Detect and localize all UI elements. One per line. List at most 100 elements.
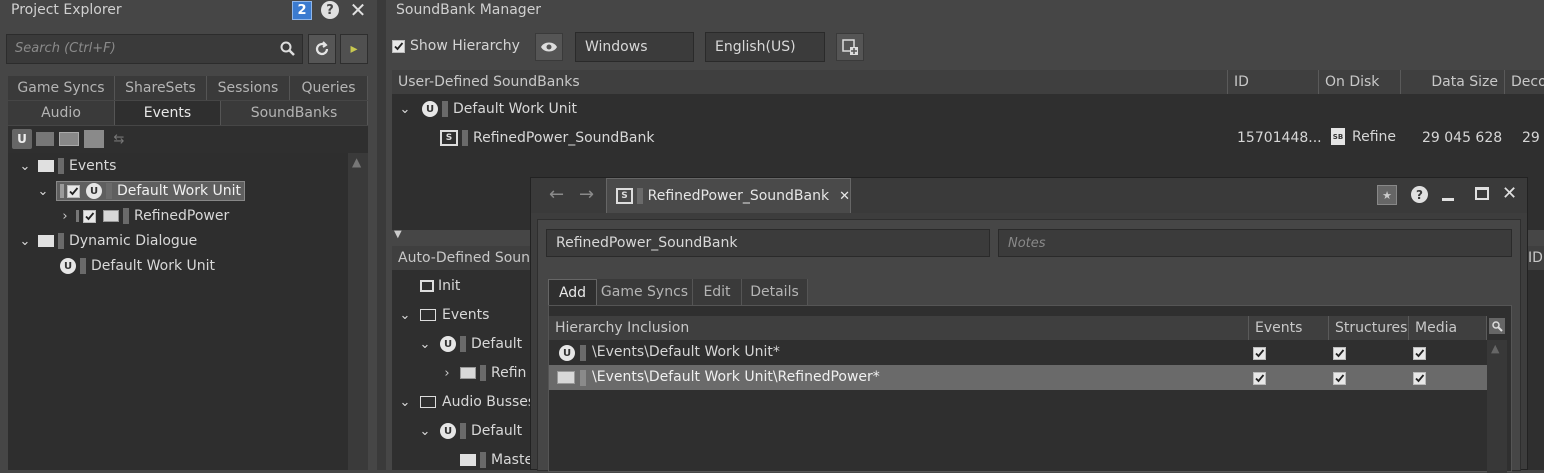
tree-label: Default Work Unit (453, 101, 578, 117)
col-deco[interactable]: Deco (1505, 70, 1544, 94)
tree-item-events[interactable]: ⌄ Events (398, 303, 490, 327)
media-checkbox[interactable] (1413, 347, 1426, 360)
events-checkbox[interactable] (1253, 347, 1266, 360)
chevron-down-icon[interactable]: ⌄ (36, 184, 50, 199)
forward-button[interactable]: ▸ (340, 34, 368, 64)
tree-item-default[interactable]: ⌄ U Default (418, 332, 522, 356)
panel-divider[interactable] (377, 0, 386, 470)
col-structures[interactable]: Structures (1329, 316, 1409, 340)
chevron-down-icon[interactable]: ⌄ (398, 308, 412, 323)
table-row[interactable]: \Events\Default Work Unit\RefinedPower* (549, 365, 1487, 390)
notes-placeholder: Notes (1008, 235, 1046, 251)
view-number-badge[interactable]: 2 (292, 1, 312, 20)
editor-body: RefinedPower_SoundBank Notes Add Game Sy… (537, 219, 1521, 473)
chevron-down-icon[interactable]: ⌄ (398, 395, 412, 410)
chevron-down-icon[interactable]: ⌄ (398, 102, 412, 117)
col-media[interactable]: Media (1409, 316, 1487, 340)
tree-item-audio-busses[interactable]: ⌄ Audio Busses (398, 390, 536, 414)
tree-item-refinedpower[interactable]: › RefinedPower (58, 204, 229, 228)
tree-item-events[interactable]: ⌄ Events (18, 154, 116, 178)
soundbank-row[interactable]: S RefinedPower_SoundBank (440, 126, 654, 150)
tab-sharesets[interactable]: ShareSets (115, 76, 207, 100)
search-input[interactable]: Search (Ctrl+F) (6, 34, 303, 64)
language-select[interactable]: English(US) (705, 32, 825, 62)
pin-icon[interactable]: ★ (1377, 185, 1397, 205)
include-checkbox[interactable] (67, 184, 80, 198)
col-on-disk[interactable]: On Disk (1319, 70, 1401, 94)
tree-item-default-work-unit-2[interactable]: U Default Work Unit (60, 254, 215, 278)
table-row[interactable]: U \Events\Default Work Unit* (549, 340, 1487, 365)
chevron-right-icon[interactable]: › (440, 366, 454, 381)
chevron-right-icon[interactable]: › (58, 209, 72, 224)
tab-game-syncs[interactable]: Game Syncs (597, 279, 693, 305)
tab-details[interactable]: Details (742, 279, 808, 305)
splitter-arrow-icon: ▼ (394, 229, 402, 240)
tree-item-master[interactable]: Maste (460, 448, 533, 472)
tree-item-init[interactable]: Init (420, 274, 460, 298)
tree-item-default-2[interactable]: ⌄ U Default (418, 419, 522, 443)
table-scrollbar[interactable]: ▲ (1487, 340, 1507, 473)
tab-game-syncs[interactable]: Game Syncs (8, 76, 115, 100)
col-user-defined[interactable]: User-Defined SoundBanks (392, 70, 1228, 94)
generate-soundbank-button[interactable] (836, 33, 864, 61)
maximize-icon[interactable] (1475, 187, 1489, 200)
search-table-icon[interactable] (1489, 318, 1505, 334)
tab-add[interactable]: Add (548, 279, 597, 305)
new-folder-icon[interactable] (59, 132, 79, 146)
refresh-button[interactable] (308, 34, 336, 64)
col-id[interactable]: ID (1228, 70, 1319, 94)
tab-soundbanks[interactable]: SoundBanks (221, 101, 368, 125)
checkbox-box[interactable] (392, 39, 405, 53)
chevron-down-icon[interactable]: ⌄ (18, 234, 32, 249)
tab-events[interactable]: Events (115, 101, 221, 125)
col-data-size[interactable]: Data Size (1401, 70, 1505, 94)
platform-select[interactable]: Windows (575, 32, 694, 62)
folder-icon (460, 367, 476, 379)
tree-label: Default Work Unit (91, 258, 216, 274)
close-icon[interactable]: ✕ (1502, 183, 1517, 204)
close-tab-icon[interactable]: ✕ (839, 189, 850, 204)
back-arrow-icon[interactable]: ← (549, 184, 564, 205)
color-bar (460, 423, 466, 439)
tab-queries[interactable]: Queries (290, 76, 368, 100)
structures-checkbox[interactable] (1333, 347, 1346, 360)
soundbank-editor-window: ← → S RefinedPower_SoundBank ✕ ★ ? ✕ Ref… (530, 177, 1528, 473)
chevron-down-icon[interactable]: ⌄ (18, 159, 32, 174)
include-checkbox[interactable] (83, 209, 96, 223)
tree-item-default-work-unit[interactable]: ⌄ U Default Work Unit (398, 97, 577, 121)
events-checkbox[interactable] (1253, 372, 1266, 385)
notes-field[interactable]: Notes (998, 229, 1512, 257)
work-unit-icon[interactable]: U (12, 129, 32, 149)
tree-item-dynamic-dialogue[interactable]: ⌄ Dynamic Dialogue (18, 229, 197, 253)
tree-scrollbar[interactable]: ▲ (348, 153, 368, 470)
folder-icon[interactable] (36, 132, 54, 146)
col-events[interactable]: Events (1249, 316, 1329, 340)
tree-item-default-work-unit[interactable]: ⌄ U Default Work Unit (36, 179, 246, 203)
tab-audio[interactable]: Audio (8, 101, 115, 125)
close-icon[interactable]: ✕ (348, 0, 368, 22)
scroll-up-icon[interactable]: ▲ (352, 155, 361, 169)
arrows-icon[interactable]: ⇆ (109, 130, 129, 148)
work-unit-icon: U (422, 101, 438, 117)
media-checkbox[interactable] (1413, 372, 1426, 385)
editor-tab[interactable]: S RefinedPower_SoundBank ✕ (606, 178, 851, 213)
eye-button[interactable] (535, 33, 563, 61)
tree-label: Events (442, 307, 490, 323)
minimize-icon[interactable] (1442, 198, 1454, 201)
scroll-up-icon[interactable]: ▲ (1491, 342, 1499, 355)
help-icon[interactable]: ? (321, 1, 339, 19)
work-unit-icon: U (440, 336, 456, 352)
col-hierarchy-inclusion[interactable]: Hierarchy Inclusion (549, 316, 1249, 340)
name-field[interactable]: RefinedPower_SoundBank (546, 229, 990, 257)
structures-checkbox[interactable] (1333, 372, 1346, 385)
new-event-icon[interactable] (84, 130, 104, 148)
forward-arrow-icon[interactable]: → (579, 184, 594, 205)
tab-sessions[interactable]: Sessions (207, 76, 290, 100)
show-hierarchy-checkbox[interactable]: Show Hierarchy (392, 38, 520, 54)
help-icon[interactable]: ? (1411, 186, 1428, 203)
tree-item-refin[interactable]: › Refin (440, 361, 526, 385)
soundbank-icon: S (440, 130, 458, 146)
chevron-down-icon[interactable]: ⌄ (418, 337, 432, 352)
chevron-down-icon[interactable]: ⌄ (418, 424, 432, 439)
tab-edit[interactable]: Edit (693, 279, 742, 305)
